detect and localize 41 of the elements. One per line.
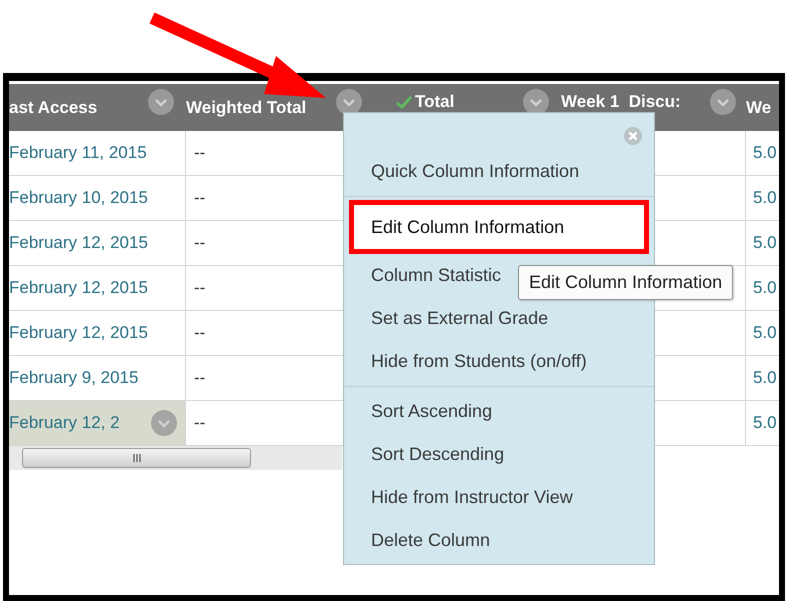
- table-cell: --: [194, 323, 206, 343]
- menu-item[interactable]: Delete Column: [349, 519, 649, 562]
- date-link[interactable]: February 11, 2015: [9, 143, 147, 163]
- table-cell: --: [194, 368, 206, 388]
- grade-link[interactable]: 5.0: [753, 278, 777, 298]
- chevron-down-icon[interactable]: [148, 88, 174, 114]
- scrollbar-thumb[interactable]: [22, 448, 251, 468]
- grade-link[interactable]: 5.0: [753, 413, 777, 433]
- grade-link[interactable]: 5.0: [753, 233, 777, 253]
- menu-item[interactable]: Set as External Grade: [349, 297, 649, 340]
- chevron-down-icon[interactable]: [151, 410, 177, 436]
- chevron-down-icon[interactable]: [710, 88, 736, 114]
- menu-item[interactable]: Sort Descending: [349, 433, 649, 476]
- date-link[interactable]: February 9, 2015: [9, 368, 138, 388]
- menu-item[interactable]: Hide from Instructor View: [349, 476, 649, 519]
- close-icon[interactable]: [624, 126, 642, 144]
- table-cell: --: [194, 188, 206, 208]
- date-link[interactable]: February 10, 2015: [9, 188, 148, 208]
- grade-link[interactable]: 5.0: [753, 143, 777, 163]
- table-cell: --: [194, 143, 206, 163]
- date-link[interactable]: February 12, 2015: [9, 323, 148, 343]
- date-link[interactable]: February 12, 2015: [9, 278, 148, 298]
- menu-item[interactable]: Hide from Students (on/off): [349, 340, 649, 383]
- column-header[interactable]: Total: [415, 92, 454, 110]
- chevron-down-icon[interactable]: [336, 88, 362, 114]
- tooltip: Edit Column Information: [518, 265, 734, 300]
- table-cell: --: [194, 413, 206, 433]
- grade-link[interactable]: 5.0: [753, 368, 777, 388]
- column-header[interactable]: Week 1 Discu:: [561, 92, 681, 110]
- menu-item[interactable]: Edit Column Information: [349, 200, 649, 254]
- table-cell: --: [194, 233, 206, 253]
- menu-item[interactable]: Quick Column Information: [349, 150, 649, 193]
- table-cell: --: [194, 278, 206, 298]
- column-header[interactable]: ast Access: [9, 98, 98, 118]
- grade-link[interactable]: 5.0: [753, 323, 777, 343]
- column-header[interactable]: Weighted Total: [186, 98, 306, 118]
- date-link[interactable]: February 12, 2015: [9, 233, 148, 253]
- check-icon: [396, 94, 412, 108]
- column-header[interactable]: We: [746, 98, 772, 118]
- grade-link[interactable]: 5.0: [753, 188, 777, 208]
- menu-item[interactable]: Sort Ascending: [349, 390, 649, 433]
